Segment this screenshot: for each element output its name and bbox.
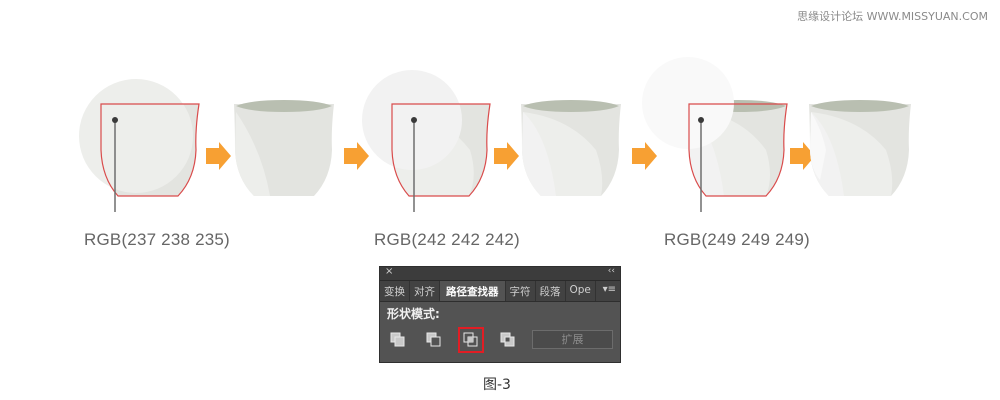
collapse-icon[interactable]: ‹‹ bbox=[608, 266, 615, 276]
rgb-label-3: RGB(249 249 249) bbox=[664, 230, 810, 249]
panel-tabs: 变换 对齐 路径查找器 字符 段落 Ope ▾≡ bbox=[380, 281, 620, 302]
tab-pathfinder[interactable]: 路径查找器 bbox=[440, 281, 506, 301]
panel-titlebar: × ‹‹ bbox=[380, 266, 620, 281]
color-pointer-dot bbox=[112, 117, 118, 123]
pathfinder-panel: × ‹‹ 变换 对齐 路径查找器 字符 段落 Ope ▾≡ 形状模式: 扩展 bbox=[379, 266, 621, 363]
minus-front-button[interactable] bbox=[423, 329, 445, 351]
tab-align[interactable]: 对齐 bbox=[410, 281, 440, 301]
rgb-label-1: RGB(237 238 235) bbox=[84, 230, 230, 249]
step-1-result-cup bbox=[234, 100, 334, 196]
arrow-icon bbox=[206, 142, 231, 170]
unite-button[interactable] bbox=[387, 329, 409, 351]
arrow-icon bbox=[632, 142, 657, 170]
unite-icon bbox=[390, 332, 405, 347]
arrow-icon bbox=[344, 142, 369, 170]
step-3-construction bbox=[642, 57, 788, 212]
minus-front-icon bbox=[426, 332, 441, 347]
panel-menu-icon[interactable]: ▾≡ bbox=[603, 284, 616, 295]
color-pointer-dot bbox=[698, 117, 704, 123]
step-2-construction bbox=[362, 70, 491, 212]
tab-character[interactable]: 字符 bbox=[506, 281, 536, 301]
expand-button[interactable]: 扩展 bbox=[532, 330, 613, 349]
color-pointer-dot bbox=[411, 117, 417, 123]
step-2-result-cup bbox=[521, 100, 621, 196]
highlight-circle bbox=[79, 79, 193, 193]
shape-modes-label: 形状模式: bbox=[387, 307, 440, 321]
step-1-construction bbox=[79, 79, 200, 212]
exclude-icon bbox=[500, 332, 515, 347]
tab-transform[interactable]: 变换 bbox=[380, 281, 410, 301]
close-icon[interactable]: × bbox=[385, 266, 393, 277]
tab-opentype[interactable]: Ope bbox=[566, 281, 596, 301]
intersect-button[interactable] bbox=[458, 327, 484, 353]
rgb-label-2: RGB(242 242 242) bbox=[374, 230, 520, 249]
illustration bbox=[79, 57, 911, 212]
figure-caption: 图-3 bbox=[483, 377, 511, 393]
tab-paragraph[interactable]: 段落 bbox=[536, 281, 566, 301]
exclude-button[interactable] bbox=[497, 329, 519, 351]
intersect-icon bbox=[463, 332, 478, 347]
step-3-result-cup bbox=[809, 100, 911, 196]
highlight-circle bbox=[642, 57, 734, 149]
arrow-icon bbox=[494, 142, 519, 170]
